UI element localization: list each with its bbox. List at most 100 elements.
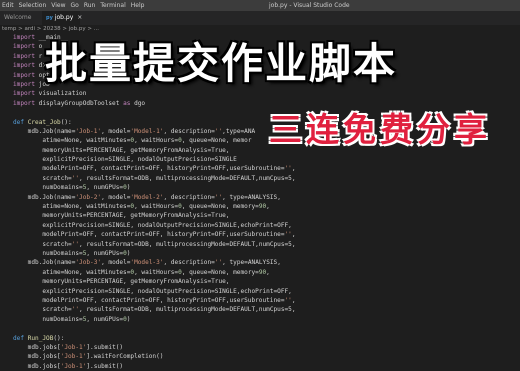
tab-welcome-label: Welcome — [4, 14, 32, 21]
code-token: (): — [60, 118, 72, 126]
code-token: import — [13, 43, 36, 51]
code-token: ) — [126, 249, 131, 257]
code-token: visualization — [35, 90, 87, 98]
code-token: , — [291, 231, 296, 239]
code-token: , — [266, 268, 270, 276]
code-token: , type=ANALYSIS, — [222, 193, 281, 201]
tab-job-py[interactable]: py job.py × — [42, 11, 82, 25]
menu-help[interactable]: Help — [131, 2, 145, 9]
code-token: ].submit() — [86, 343, 124, 351]
code-token: o — [35, 43, 43, 51]
code-token: def — [13, 334, 25, 342]
code-line: explicitPrecision=SINGLE, nodalOutputPre… — [0, 221, 520, 230]
menu-selection[interactable]: Selection — [19, 2, 47, 9]
code-line: explicitPrecision=SINGLE, nodalOutputPre… — [0, 287, 520, 296]
code-token: memoryUnits=PERCENTAGE, getMemoryFromAna… — [13, 146, 230, 154]
menu-terminal[interactable]: Terminal — [100, 2, 125, 9]
code-token: , numGPUs= — [86, 184, 124, 192]
tab-welcome[interactable]: Welcome — [0, 11, 38, 25]
code-line: numDomains=5, numGPUs=0) — [0, 183, 520, 192]
code-token: mdb.jobs[ — [13, 362, 61, 370]
code-token: , resultsFormat=ODB, multiprocessingMode… — [79, 174, 296, 182]
code-token: atime=None, waitMinutes= — [13, 137, 131, 145]
code-token: , numGPUs= — [86, 249, 124, 257]
code-token: mdb.jobs[ — [13, 343, 61, 351]
code-line: mdb.jobs['Job-1'].waitForCompletion() — [0, 352, 520, 361]
code-line: def Run_JOB(): — [0, 334, 520, 343]
code-line: scratch='', resultsFormat=ODB, multiproc… — [0, 174, 520, 183]
code-token: displayGroupOdbToolset — [35, 99, 124, 107]
code-line: mdb.jobs['Job-1'].submit() — [0, 343, 520, 352]
code-token: modelPrint=OFF, contactPrint=OFF, histor… — [13, 165, 285, 173]
code-token: , waitHours= — [134, 203, 179, 211]
code-token: explicitPrecision=SINGLE, nodalOutputPre… — [13, 156, 237, 164]
code-line: modelPrint=OFF, contactPrint=OFF, histor… — [0, 164, 520, 173]
overlay-subtitle: 三连免费分享 — [269, 110, 491, 149]
code-token: numDomains= — [13, 184, 83, 192]
code-line: memoryUnits=PERCENTAGE, getMemoryFromAna… — [0, 211, 520, 220]
code-token: , waitHours= — [134, 137, 179, 145]
code-token: import — [13, 34, 36, 41]
code-token: , queue=None, memory= — [181, 203, 259, 211]
code-token: , model= — [101, 127, 131, 135]
code-token: import — [13, 62, 36, 70]
code-token: '' — [71, 306, 80, 314]
code-token: scratch= — [13, 174, 72, 182]
code-token: 'Job-2' — [75, 193, 102, 201]
code-token: 'Job-1' — [60, 353, 87, 361]
code-line: modelPrint=OFF, contactPrint=OFF, histor… — [0, 296, 520, 305]
code-token: , type=ANALYSIS, — [222, 259, 281, 267]
code-token: modelPrint=OFF, contactPrint=OFF, histor… — [13, 231, 285, 239]
code-token: ].waitForCompletion() — [86, 353, 164, 361]
code-token: modelPrint=OFF, contactPrint=OFF, histor… — [13, 296, 285, 304]
code-line: mdb.Job(name='Job-2', model='Model-2', d… — [0, 193, 520, 202]
code-line: scratch='', resultsFormat=ODB, multiproc… — [0, 240, 520, 249]
code-token: 'Job-1' — [60, 343, 87, 351]
code-token: ,type=ANA — [222, 127, 256, 135]
overlay-title: 批量提交作业脚本 — [45, 39, 398, 88]
code-token: import — [13, 52, 36, 60]
code-token: , description= — [163, 193, 215, 201]
code-token: ].submit() — [86, 362, 124, 370]
code-token: dgo — [130, 99, 146, 107]
code-line: atime=None, waitMinutes=0, waitHours=0, … — [0, 202, 520, 211]
code-token: , model= — [101, 193, 131, 201]
code-token: r — [35, 52, 43, 60]
code-token: , — [266, 203, 270, 211]
window-title: job.py - Visual Studio Code — [269, 2, 350, 9]
menu-edit[interactable]: Edit — [2, 2, 14, 9]
code-token: explicitPrecision=SINGLE, nodalOutputPre… — [13, 287, 292, 295]
menu-bar: Edit Selection View Go Run Terminal Help — [2, 2, 149, 9]
code-token: memoryUnits=PERCENTAGE, getMemoryFromAna… — [13, 278, 230, 286]
code-token: 'Model-3' — [130, 259, 164, 267]
code-token: import — [13, 71, 36, 79]
code-line: memoryUnits=PERCENTAGE, getMemoryFromAna… — [0, 277, 520, 286]
code-line: atime=None, waitMinutes=0, waitHours=0, … — [0, 268, 520, 277]
menu-run[interactable]: Run — [84, 2, 96, 9]
code-token: def — [13, 118, 25, 126]
code-token: , waitHours= — [134, 268, 179, 276]
code-token: Creat_Job — [27, 118, 61, 126]
code-token: '' — [284, 296, 292, 304]
code-token: 'Model-1' — [130, 127, 164, 135]
close-icon[interactable]: × — [77, 14, 82, 21]
menu-view[interactable]: View — [51, 2, 65, 9]
code-token: scratch= — [13, 240, 72, 248]
tab-job-py-label: job.py — [54, 14, 74, 21]
code-token: mdb.Job(name= — [13, 193, 76, 201]
menu-go[interactable]: Go — [71, 2, 79, 9]
code-token: Run_JOB — [27, 334, 54, 342]
code-line: mdb.jobs['Job-1'].submit() — [0, 362, 520, 371]
code-token: , description= — [163, 127, 215, 135]
code-token: explicitPrecision=SINGLE, nodalOutputPre… — [13, 221, 292, 229]
code-token: mdb.Job(name= — [13, 259, 76, 267]
code-token: import — [13, 80, 36, 88]
code-token: , description= — [163, 259, 215, 267]
code-token: '' — [284, 231, 292, 239]
code-token: ) — [126, 315, 131, 323]
code-token: '' — [284, 165, 292, 173]
title-bar: Edit Selection View Go Run Terminal Help job.p… — [0, 0, 520, 11]
code-token: mdb.jobs[ — [13, 353, 61, 361]
code-token: , resultsFormat=ODB, multiprocessingMode… — [79, 306, 296, 314]
